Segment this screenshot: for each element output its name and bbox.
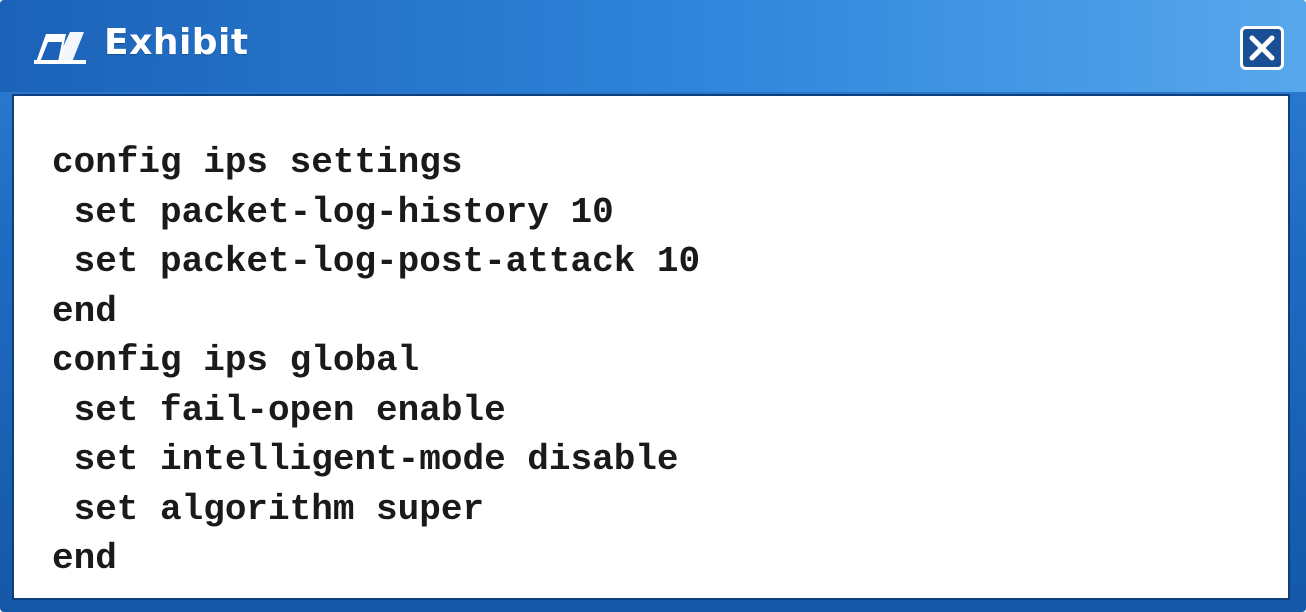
close-button[interactable]: [1240, 26, 1284, 70]
title-bar[interactable]: Exhibit: [0, 0, 1306, 92]
window-title: Exhibit: [104, 22, 249, 63]
code-line: set packet-log-history 10: [52, 191, 614, 233]
code-line: end: [52, 538, 117, 579]
code-line: set intelligent-mode disable: [52, 439, 679, 480]
code-line: set algorithm super: [52, 488, 485, 530]
exhibit-window: Exhibit config ips settings set packet-l…: [0, 0, 1306, 612]
exhibit-icon: [32, 28, 94, 66]
code-line: config ips settings: [52, 142, 463, 183]
exhibit-content: config ips settings set packet-log-histo…: [12, 94, 1290, 600]
config-code-block: config ips settings set packet-log-histo…: [52, 138, 700, 584]
code-line: set fail-open enable: [52, 389, 506, 431]
close-icon: [1249, 35, 1275, 61]
code-line: end: [52, 290, 117, 332]
code-line: config ips global: [52, 340, 420, 381]
code-line: set packet-log-post-attack 10: [52, 241, 701, 282]
